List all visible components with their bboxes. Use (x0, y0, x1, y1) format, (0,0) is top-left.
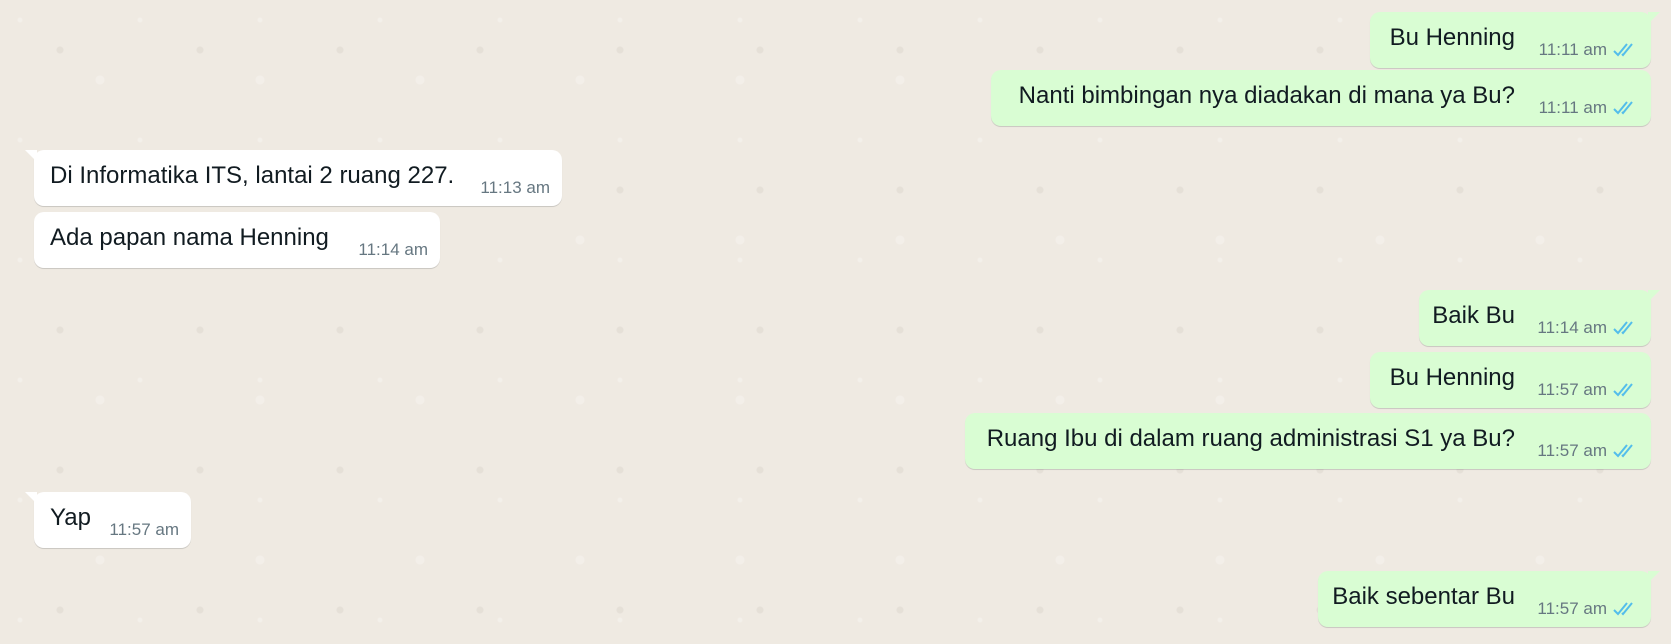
message-outgoing[interactable]: Bu Henning 11:57 am (1370, 352, 1651, 408)
double-check-icon (1613, 320, 1639, 336)
bubble-tail (1648, 12, 1660, 24)
message-outgoing[interactable]: Bu Henning 11:11 am (1370, 12, 1660, 68)
message-time: 11:57 am (1537, 441, 1607, 460)
message-outgoing[interactable]: Nanti bimbingan nya diadakan di mana ya … (991, 70, 1651, 126)
message-text: Baik sebentar Bu (1332, 583, 1515, 610)
message-incoming[interactable]: Ada papan nama Henning 11:14 am (34, 212, 440, 268)
message-text: Bu Henning (1389, 24, 1515, 51)
message-time: 11:14 am (358, 240, 428, 259)
message-outgoing[interactable]: Ruang Ibu di dalam ruang administrasi S1… (965, 413, 1651, 469)
bubble-tail (25, 150, 37, 162)
message-meta: 11:57 am (109, 520, 179, 540)
message-outgoing[interactable]: Baik Bu 11:14 am (1419, 290, 1660, 346)
bubble-tail (1648, 571, 1660, 583)
double-check-icon (1613, 42, 1639, 58)
message-incoming[interactable]: Di Informatika ITS, lantai 2 ruang 227. … (25, 150, 562, 206)
double-check-icon (1613, 601, 1639, 617)
double-check-icon (1613, 443, 1639, 459)
message-meta: 11:57 am (1537, 380, 1639, 400)
double-check-icon (1613, 100, 1639, 116)
message-time: 11:57 am (1537, 599, 1607, 618)
message-text: Yap (50, 504, 91, 531)
message-incoming[interactable]: Yap 11:57 am (25, 492, 191, 548)
double-check-icon (1613, 382, 1639, 398)
bubble-tail (1648, 290, 1660, 302)
chat-panel: Bu Henning 11:11 am Nanti bimbingan nya … (0, 0, 1671, 644)
message-text: Nanti bimbingan nya diadakan di mana ya … (1018, 82, 1515, 109)
message-meta: 11:57 am (1537, 599, 1639, 619)
message-text: Ruang Ibu di dalam ruang administrasi S1… (986, 425, 1515, 452)
message-outgoing[interactable]: Baik sebentar Bu 11:57 am (1318, 571, 1660, 627)
message-meta: 11:13 am (480, 178, 550, 198)
message-text: Di Informatika ITS, lantai 2 ruang 227. (50, 162, 455, 189)
bubble-tail (25, 492, 37, 504)
message-time: 11:13 am (480, 178, 550, 197)
message-text: Ada papan nama Henning (50, 224, 329, 251)
message-meta: 11:11 am (1539, 40, 1639, 60)
message-time: 11:11 am (1538, 40, 1607, 59)
message-time: 11:14 am (1537, 318, 1607, 337)
message-meta: 11:57 am (1537, 441, 1639, 461)
message-time: 11:57 am (109, 520, 179, 539)
message-meta: 11:14 am (358, 240, 428, 260)
message-meta: 11:11 am (1539, 98, 1639, 118)
message-meta: 11:14 am (1537, 318, 1639, 338)
message-text: Baik Bu (1432, 302, 1515, 329)
message-time: 11:57 am (1537, 380, 1607, 399)
message-text: Bu Henning (1389, 364, 1515, 391)
message-time: 11:11 am (1538, 98, 1607, 117)
